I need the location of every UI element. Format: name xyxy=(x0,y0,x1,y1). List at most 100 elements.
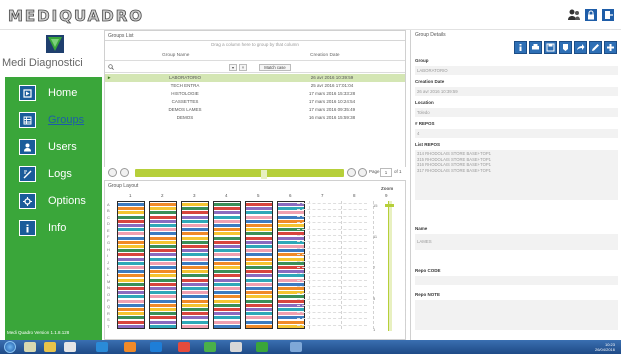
table-row[interactable]: TECH ENTRA 25 avr 2016 17:01:04 xyxy=(105,82,405,90)
app-icon[interactable] xyxy=(290,342,302,352)
system-tray-clock[interactable]: 10:23 26/04/2016 xyxy=(595,342,615,352)
cassette-column[interactable] xyxy=(149,201,177,329)
nav-item-options[interactable]: Options xyxy=(5,188,102,214)
cassette-slot xyxy=(182,224,208,227)
edit-icon[interactable] xyxy=(589,41,602,54)
cell-group-name: CASSETTES xyxy=(171,99,199,104)
cassette-slot xyxy=(182,295,208,299)
grid-row-line xyxy=(297,318,367,320)
match-case-toggle[interactable]: Match case xyxy=(259,64,291,71)
cassette-slot xyxy=(182,261,208,265)
horizontal-scrollbar[interactable] xyxy=(135,169,344,179)
cassette-slot xyxy=(246,253,272,257)
field-value-location[interactable]: Toledo xyxy=(415,108,618,117)
column-header-group-name[interactable]: Group Name xyxy=(162,53,189,58)
column-number: 5 xyxy=(257,193,260,198)
folder-icon[interactable] xyxy=(44,342,56,352)
table-row[interactable]: ► LABORATORIO 26 avr 2016 10:39:59 xyxy=(105,74,405,82)
cassette-slot xyxy=(118,232,144,236)
nav-item-users[interactable]: Users xyxy=(5,134,102,160)
scroll-thumb[interactable] xyxy=(261,170,267,179)
browser-icon[interactable] xyxy=(150,342,162,352)
zoom-slider-thumb[interactable] xyxy=(385,204,394,207)
cassette-column[interactable] xyxy=(245,201,273,329)
zoom-out-button[interactable] xyxy=(108,168,117,177)
start-button[interactable] xyxy=(4,341,16,353)
info-icon[interactable] xyxy=(514,41,527,54)
add-icon[interactable] xyxy=(604,41,617,54)
nav-item-logs[interactable]: Logs xyxy=(5,161,102,187)
cassette-column[interactable] xyxy=(181,201,209,329)
app-icon[interactable] xyxy=(230,342,242,352)
nav-label-home: Home xyxy=(48,87,78,99)
page-number-input[interactable]: 1 xyxy=(380,168,392,177)
cassette-column[interactable] xyxy=(213,201,241,329)
cassette-slot xyxy=(214,261,240,265)
lock-icon[interactable] xyxy=(584,7,598,22)
row-letter: H xyxy=(107,246,110,252)
field-value-name[interactable]: LAMES xyxy=(415,234,618,250)
table-row[interactable]: CASSETTES 17 mars 2016 10:24:54 xyxy=(105,98,405,106)
zoom-label: Zoom xyxy=(381,186,394,191)
player-icon[interactable] xyxy=(124,342,136,352)
cassette-slot xyxy=(214,308,240,311)
cassette-slot xyxy=(182,203,208,206)
field-value-repo-code[interactable] xyxy=(415,276,618,285)
empty-column[interactable] xyxy=(373,201,401,329)
cassette-slot xyxy=(278,236,304,240)
exit-icon[interactable] xyxy=(601,7,615,22)
table-row[interactable]: HISTOLOGIE 17 mars 2016 15:33:28 xyxy=(105,90,405,98)
nav-label-logs: Logs xyxy=(48,168,72,180)
explorer-icon[interactable] xyxy=(24,342,36,352)
cassette-column[interactable] xyxy=(277,201,305,329)
cassette-slot xyxy=(246,224,272,227)
filter-clear-button[interactable]: × xyxy=(239,64,247,71)
empty-column[interactable] xyxy=(309,201,337,329)
table-row[interactable]: DEMOS LAMES 17 mars 2016 09:35:49 xyxy=(105,106,405,114)
table-row[interactable]: DEMOS 16 mars 2016 15:59:38 xyxy=(105,114,405,122)
column-header-creation-date[interactable]: Creation Date xyxy=(310,53,340,58)
group-layout-title: Group Layout xyxy=(108,183,139,189)
column-number: 8 xyxy=(353,193,356,198)
app-icon[interactable] xyxy=(64,342,76,352)
zoom-in-button[interactable] xyxy=(120,168,129,177)
field-value-creation-date[interactable]: 26 avr 2016 10:39:59 xyxy=(415,87,618,96)
cassette-slot xyxy=(182,253,208,257)
share-icon[interactable] xyxy=(574,41,587,54)
nav-label-users: Users xyxy=(48,141,77,153)
next-page-button[interactable] xyxy=(358,168,367,177)
app-icon[interactable] xyxy=(204,342,216,352)
cassette-grid[interactable] xyxy=(117,201,438,333)
previous-page-button[interactable] xyxy=(347,168,356,177)
cassette-slot xyxy=(182,287,208,290)
empty-column[interactable] xyxy=(341,201,369,329)
cassette-slot xyxy=(182,291,208,295)
cassette-slot xyxy=(214,245,240,248)
field-value-group[interactable]: LABORATORIO xyxy=(415,66,618,75)
cassette-column[interactable] xyxy=(117,201,145,329)
cassette-slot xyxy=(214,324,240,328)
chrome-icon[interactable] xyxy=(178,342,190,352)
filter-operator-button[interactable]: ▾ xyxy=(229,64,237,71)
cassette-slot xyxy=(182,308,208,311)
save-icon[interactable] xyxy=(544,41,557,54)
repos-list[interactable]: 314 RHODOLAIS STORE BASE+TOP1 315 RHODOL… xyxy=(415,150,618,200)
version-text: Medi Quadro Version 1.1.8.128 xyxy=(7,330,70,335)
field-label-group: Group xyxy=(415,58,429,63)
cassette-slot xyxy=(182,232,208,236)
export-icon[interactable] xyxy=(559,41,572,54)
media-icon[interactable] xyxy=(96,342,108,352)
field-value-repos-count[interactable]: 4 xyxy=(415,129,618,138)
nav-item-home[interactable]: Home xyxy=(5,80,102,106)
nav-item-info[interactable]: Info xyxy=(5,215,102,241)
users-icon[interactable] xyxy=(567,7,581,22)
nav-item-groups[interactable]: Groups xyxy=(5,107,102,133)
print-icon[interactable] xyxy=(529,41,542,54)
cassette-slot xyxy=(278,299,304,303)
cassette-slot xyxy=(118,287,144,290)
row-letter: M xyxy=(107,278,111,284)
field-value-repo-note[interactable] xyxy=(415,300,618,330)
cassette-slot xyxy=(182,240,208,244)
mediquadro-taskbar-icon[interactable] xyxy=(256,342,268,352)
zoom-slider[interactable] xyxy=(388,201,392,331)
